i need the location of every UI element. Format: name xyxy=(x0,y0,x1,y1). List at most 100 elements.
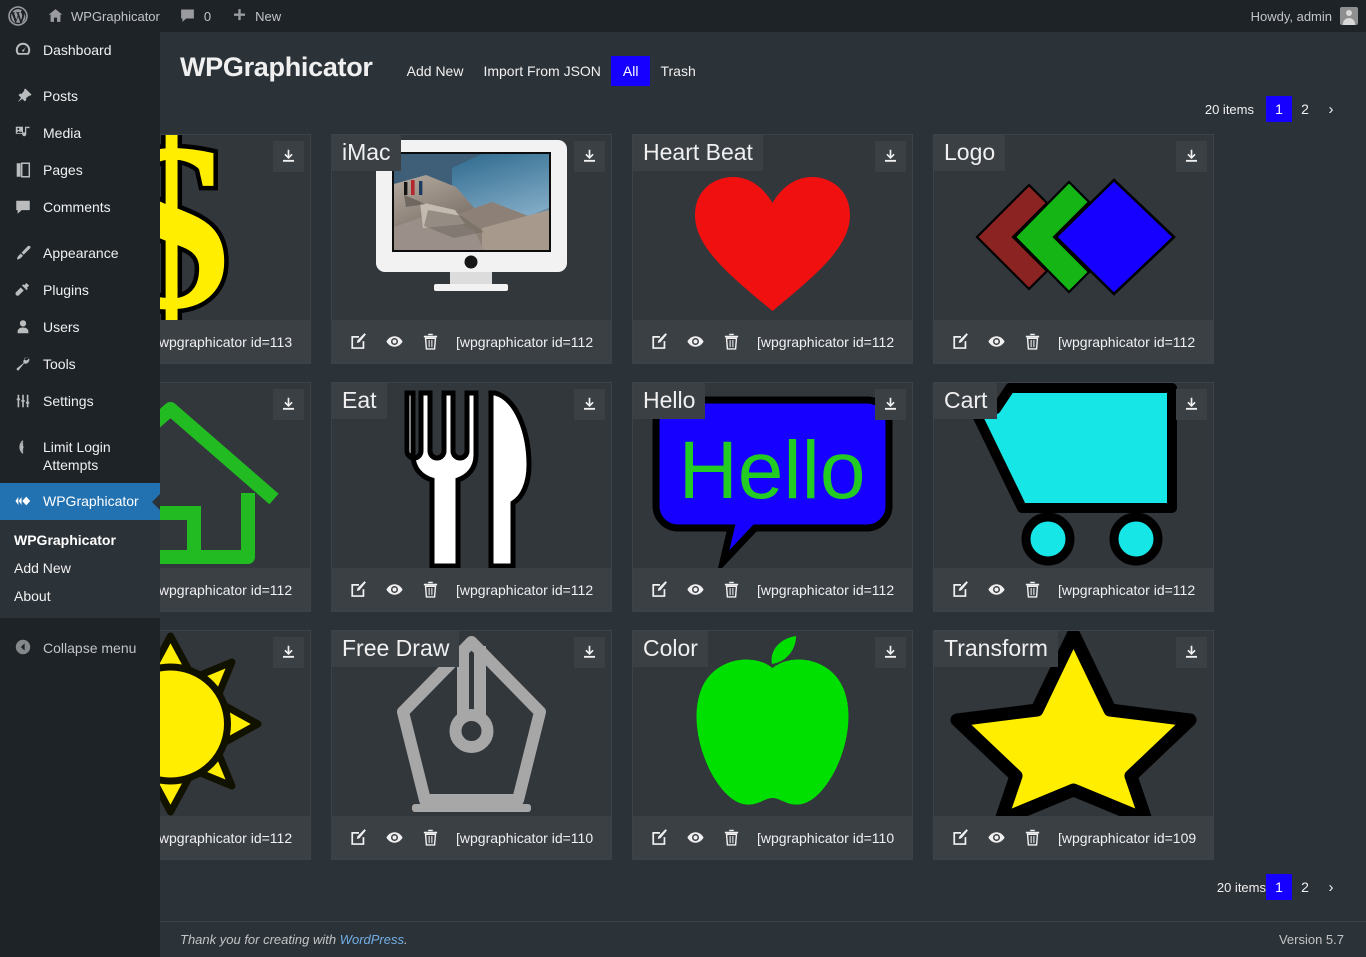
preview-button[interactable] xyxy=(978,822,1014,854)
wordpress-logo-button[interactable] xyxy=(0,0,36,32)
preview-button[interactable] xyxy=(978,326,1014,358)
download-button[interactable] xyxy=(875,637,906,668)
shortcode-input[interactable] xyxy=(160,575,302,604)
delete-button[interactable] xyxy=(1014,574,1050,606)
preview-button[interactable] xyxy=(677,326,713,358)
preview-button[interactable] xyxy=(677,574,713,606)
next-page-button-top[interactable]: › xyxy=(1318,96,1344,122)
project-title: iMac xyxy=(332,135,401,171)
download-button[interactable] xyxy=(273,141,304,172)
page-number-1-top[interactable]: 1 xyxy=(1266,96,1292,122)
shortcode-input[interactable] xyxy=(755,823,904,852)
delete-button[interactable] xyxy=(1014,326,1050,358)
sidebar-item-tools[interactable]: Tools xyxy=(0,346,160,383)
trash-icon xyxy=(724,829,738,846)
shortcode-input[interactable] xyxy=(755,327,904,356)
sidebar-item-wpgraphicator[interactable]: WPGraphicator xyxy=(0,483,160,520)
edit-button[interactable] xyxy=(641,822,677,854)
preview-button[interactable] xyxy=(376,326,412,358)
delete-button[interactable] xyxy=(713,326,749,358)
submenu-item-add-new[interactable]: Add New xyxy=(0,554,160,582)
sidebar-item-limit-login-attempts[interactable]: Limit Login Attempts xyxy=(0,429,160,483)
edit-button[interactable] xyxy=(641,326,677,358)
project-card[interactable]: Color xyxy=(632,630,913,860)
page-number-2-bottom[interactable]: 2 xyxy=(1292,874,1318,900)
sidebar-item-posts[interactable]: Posts xyxy=(0,78,160,115)
download-button[interactable] xyxy=(1176,389,1207,420)
delete-button[interactable] xyxy=(713,822,749,854)
download-button[interactable] xyxy=(1176,637,1207,668)
sidebar-item-settings[interactable]: Settings xyxy=(0,383,160,420)
wordpress-link[interactable]: WordPress xyxy=(340,932,404,947)
preview-button[interactable] xyxy=(376,574,412,606)
shortcode-input[interactable] xyxy=(755,575,904,604)
shortcode-input[interactable] xyxy=(454,327,603,356)
download-button[interactable] xyxy=(875,141,906,172)
download-button[interactable] xyxy=(574,389,605,420)
edit-button[interactable] xyxy=(340,574,376,606)
project-card[interactable]: Hello Hello xyxy=(632,382,913,612)
project-card[interactable]: $ Money xyxy=(160,134,311,364)
project-card[interactable]: Home xyxy=(160,382,311,612)
shortcode-input[interactable] xyxy=(1056,327,1205,356)
project-card[interactable]: Eat xyxy=(331,382,612,612)
edit-button[interactable] xyxy=(340,822,376,854)
download-button[interactable] xyxy=(574,637,605,668)
shortcode-input[interactable] xyxy=(160,327,302,356)
sidebar-item-appearance[interactable]: Appearance xyxy=(0,235,160,272)
shortcode-input[interactable] xyxy=(454,823,603,852)
my-account-button[interactable]: Howdy, admin xyxy=(1242,0,1332,32)
delete-button[interactable] xyxy=(412,574,448,606)
add-new-button[interactable]: Add New xyxy=(397,57,474,85)
submenu-item-wpgraphicator[interactable]: WPGraphicator xyxy=(0,526,160,554)
submenu-item-about[interactable]: About xyxy=(0,582,160,610)
edit-button[interactable] xyxy=(340,326,376,358)
sidebar-item-dashboard[interactable]: Dashboard xyxy=(0,32,160,69)
project-card[interactable]: Cart xyxy=(933,382,1214,612)
project-card[interactable]: Heart Beat xyxy=(632,134,913,364)
project-card[interactable]: Transform xyxy=(933,630,1214,860)
sidebar-item-pages[interactable]: Pages xyxy=(0,152,160,189)
project-card[interactable]: Sun xyxy=(160,630,311,860)
site-name-button[interactable]: WPGraphicator xyxy=(36,0,169,32)
next-page-button-bottom[interactable]: › xyxy=(1318,874,1344,900)
preview-button[interactable] xyxy=(978,574,1014,606)
project-card[interactable]: Logo xyxy=(933,134,1214,364)
sidebar-item-label: Users xyxy=(43,319,80,335)
shortcode-input[interactable] xyxy=(1056,575,1205,604)
edit-button[interactable] xyxy=(942,822,978,854)
download-button[interactable] xyxy=(273,389,304,420)
delete-button[interactable] xyxy=(1014,822,1050,854)
page-number-1-bottom[interactable]: 1 xyxy=(1266,874,1292,900)
shortcode-input[interactable] xyxy=(454,575,603,604)
preview-button[interactable] xyxy=(677,822,713,854)
download-button[interactable] xyxy=(574,141,605,172)
download-button[interactable] xyxy=(273,637,304,668)
shortcode-input[interactable] xyxy=(1056,823,1205,852)
sidebar-item-users[interactable]: Users xyxy=(0,309,160,346)
sidebar-item-media[interactable]: Media xyxy=(0,115,160,152)
edit-button[interactable] xyxy=(942,574,978,606)
project-card[interactable]: Free Draw xyxy=(331,630,612,860)
comments-bubble-button[interactable]: 0 xyxy=(169,0,220,32)
sidebar-item-label: Limit Login Attempts xyxy=(43,439,111,473)
import-from-json-button[interactable]: Import From JSON xyxy=(473,57,610,85)
edit-button[interactable] xyxy=(942,326,978,358)
new-content-button[interactable]: New xyxy=(220,0,290,32)
project-card[interactable]: iMac xyxy=(331,134,612,364)
download-button[interactable] xyxy=(875,389,906,420)
edit-button[interactable] xyxy=(641,574,677,606)
sidebar-item-plugins[interactable]: Plugins xyxy=(0,272,160,309)
sidebar-item-comments[interactable]: Comments xyxy=(0,189,160,226)
collapse-menu-button[interactable]: Collapse menu xyxy=(0,628,160,667)
filter-trash-button[interactable]: Trash xyxy=(650,57,705,85)
delete-button[interactable] xyxy=(412,326,448,358)
eye-icon xyxy=(987,584,1005,595)
preview-button[interactable] xyxy=(376,822,412,854)
shortcode-input[interactable] xyxy=(160,823,302,852)
page-number-2-top[interactable]: 2 xyxy=(1292,96,1318,122)
filter-all-button[interactable]: All xyxy=(610,56,651,86)
download-button[interactable] xyxy=(1176,141,1207,172)
delete-button[interactable] xyxy=(412,822,448,854)
delete-button[interactable] xyxy=(713,574,749,606)
